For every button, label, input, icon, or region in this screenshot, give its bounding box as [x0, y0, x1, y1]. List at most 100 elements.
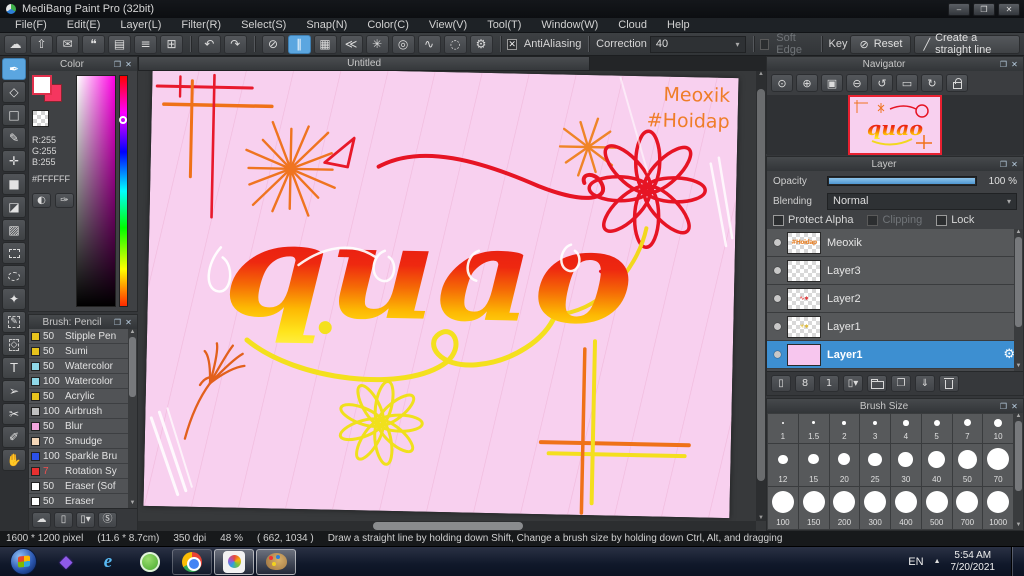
hue-bar[interactable]	[119, 75, 128, 307]
comment-icon[interactable]: ✉	[56, 34, 79, 54]
magic-wand-tool[interactable]: ✦	[2, 288, 26, 310]
fill-rect-tool[interactable]: ■	[2, 173, 26, 195]
undo-icon[interactable]: ↶	[197, 34, 221, 54]
menu-item[interactable]: View(V)	[420, 19, 476, 31]
menu-item[interactable]: Window(W)	[532, 19, 607, 31]
brush-size-option[interactable]: 10	[983, 414, 1013, 443]
soft-edge-checkbox[interactable]	[760, 38, 770, 50]
menu-item[interactable]: Color(C)	[358, 19, 418, 31]
menu-item[interactable]: Filter(R)	[172, 19, 230, 31]
brush-menu-icon[interactable]: ▯▾	[76, 511, 95, 528]
language-indicator[interactable]: EN	[908, 556, 923, 568]
brush-tool[interactable]: ✒	[2, 58, 26, 80]
close-icon[interactable]: ✕	[123, 318, 134, 327]
canvas-tab[interactable]: Untitled	[138, 56, 591, 71]
show-desktop-button[interactable]	[1011, 546, 1018, 576]
new-brush-icon[interactable]: ▯	[54, 511, 73, 528]
brush-size-option[interactable]: 7	[952, 414, 983, 443]
snap-off-icon[interactable]: ⊘	[261, 34, 285, 54]
close-button[interactable]: ✕	[998, 2, 1020, 16]
text-tool[interactable]: T	[2, 357, 26, 379]
gradient-tool[interactable]: ▨	[2, 219, 26, 241]
palette-icon[interactable]: ◐	[32, 193, 51, 208]
comment-list-icon[interactable]: ❝	[82, 34, 105, 54]
canvas-viewport[interactable]: quao Meoxik #Hoidap ▲ ▼	[138, 71, 766, 531]
cloud-icon[interactable]: ☁	[4, 34, 27, 54]
brush-list-item[interactable]: 50 Acrylic	[29, 389, 137, 404]
popout-icon[interactable]: ❐	[112, 318, 123, 327]
brush-size-option[interactable]: 70	[983, 443, 1013, 486]
layer-visibility-toggle[interactable]	[774, 295, 781, 302]
select-pen-tool[interactable]: ✎	[2, 311, 26, 333]
select-eraser-tool[interactable]: ◇	[2, 334, 26, 356]
tray-expand-icon[interactable]: ▲	[934, 558, 941, 565]
popout-icon[interactable]: ❐	[998, 160, 1009, 169]
close-icon[interactable]: ✕	[1009, 160, 1020, 169]
material-panel-icon[interactable]: ≡	[134, 34, 157, 54]
brush-size-option[interactable]: 300	[860, 486, 890, 529]
polyline-tool[interactable]: ✎	[2, 127, 26, 149]
protect-alpha-checkbox[interactable]	[773, 214, 784, 226]
folder-icon[interactable]	[867, 375, 887, 392]
duplicate-layer-icon[interactable]: ❐	[891, 375, 911, 392]
brush-list-scrollbar[interactable]: ▲ ▼	[128, 329, 137, 508]
brush-list-item[interactable]: 70 Smudge	[29, 434, 137, 449]
window-tile-icon[interactable]: ⊞	[160, 34, 183, 54]
layer-visibility-toggle[interactable]	[774, 239, 781, 246]
reset-rotation-icon[interactable]: ▭	[896, 74, 918, 92]
brush-list-item[interactable]: 50 Eraser	[29, 494, 137, 508]
zoom-in-icon[interactable]: ⊕	[796, 74, 818, 92]
taskbar-kmplayer-icon[interactable]: ◆	[46, 549, 86, 575]
eyedropper-tool[interactable]: ✐	[2, 426, 26, 448]
brush-size-option[interactable]: 4	[891, 414, 921, 443]
layer-row[interactable]: Layer3	[767, 257, 1023, 285]
clipping-checkbox[interactable]	[867, 214, 879, 226]
popout-icon[interactable]: ❐	[998, 60, 1009, 69]
zoom-actual-icon[interactable]: ⊙	[771, 74, 793, 92]
minimize-button[interactable]: –	[948, 2, 970, 16]
snap-settings-icon[interactable]: ⚙	[469, 34, 493, 54]
reset-button[interactable]: ⊘ Reset	[850, 34, 912, 54]
taskbar-medibang-paint-icon[interactable]	[256, 548, 296, 575]
menu-item[interactable]: Cloud	[609, 19, 656, 31]
menu-item[interactable]: Tool(T)	[478, 19, 530, 31]
brush-size-option[interactable]: 20	[829, 443, 860, 486]
opacity-slider[interactable]	[827, 176, 977, 186]
brush-size-option[interactable]: 1.5	[798, 414, 829, 443]
rotate-left-icon[interactable]: ↺	[871, 74, 893, 92]
brush-size-option[interactable]: 200	[829, 486, 860, 529]
antialiasing-checkbox[interactable]: ✕	[507, 38, 517, 50]
layer-row[interactable]: #Hoidap Meoxik	[767, 229, 1023, 257]
redo-icon[interactable]: ↷	[223, 34, 247, 54]
brush-size-option[interactable]: 50	[952, 443, 983, 486]
taskbar-clock[interactable]: 5:54 AM 7/20/2021	[951, 550, 996, 574]
layer-list-scrollbar[interactable]: ▲ ▼	[1014, 229, 1023, 371]
eraser-tool[interactable]: ◇	[2, 81, 26, 103]
rotate-right-icon[interactable]: ↻	[921, 74, 943, 92]
move-tool[interactable]: ✛	[2, 150, 26, 172]
layer-row[interactable]: ∿∗ Layer2	[767, 285, 1023, 313]
canvas-horizontal-scrollbar[interactable]	[138, 521, 756, 531]
layer-visibility-toggle[interactable]	[774, 351, 781, 358]
snap-curve-icon[interactable]: ∿	[417, 34, 441, 54]
taskbar-medibang-launcher-icon[interactable]	[214, 548, 254, 575]
brush-size-option[interactable]: 30	[891, 443, 921, 486]
publish-icon[interactable]: ⇧	[30, 34, 53, 54]
canvas[interactable]: quao Meoxik #Hoidap	[143, 71, 739, 519]
brush-size-scrollbar[interactable]: ▲ ▼	[1014, 413, 1023, 530]
transfer-layer-icon[interactable]: ⇓	[915, 375, 935, 392]
brush-size-option[interactable]: 2	[829, 414, 860, 443]
start-button[interactable]	[10, 548, 37, 575]
taskbar-chrome-icon[interactable]	[172, 548, 212, 575]
menu-item[interactable]: Select(S)	[232, 19, 295, 31]
cloud-brush-icon[interactable]: ☁	[32, 511, 51, 528]
brush-list-item[interactable]: 100 Watercolor	[29, 374, 137, 389]
add-layer-menu-icon[interactable]: ▯▾	[843, 375, 863, 392]
brush-size-option[interactable]: 150	[798, 486, 829, 529]
brush-list-item[interactable]: 50 Watercolor	[29, 359, 137, 374]
close-icon[interactable]: ✕	[123, 60, 134, 69]
correction-select[interactable]: 40 ▾	[649, 35, 746, 53]
brush-size-option[interactable]: 12	[768, 443, 798, 486]
add-1bit-layer-icon[interactable]: 1	[819, 375, 839, 392]
restore-button[interactable]: ❐	[973, 2, 995, 16]
